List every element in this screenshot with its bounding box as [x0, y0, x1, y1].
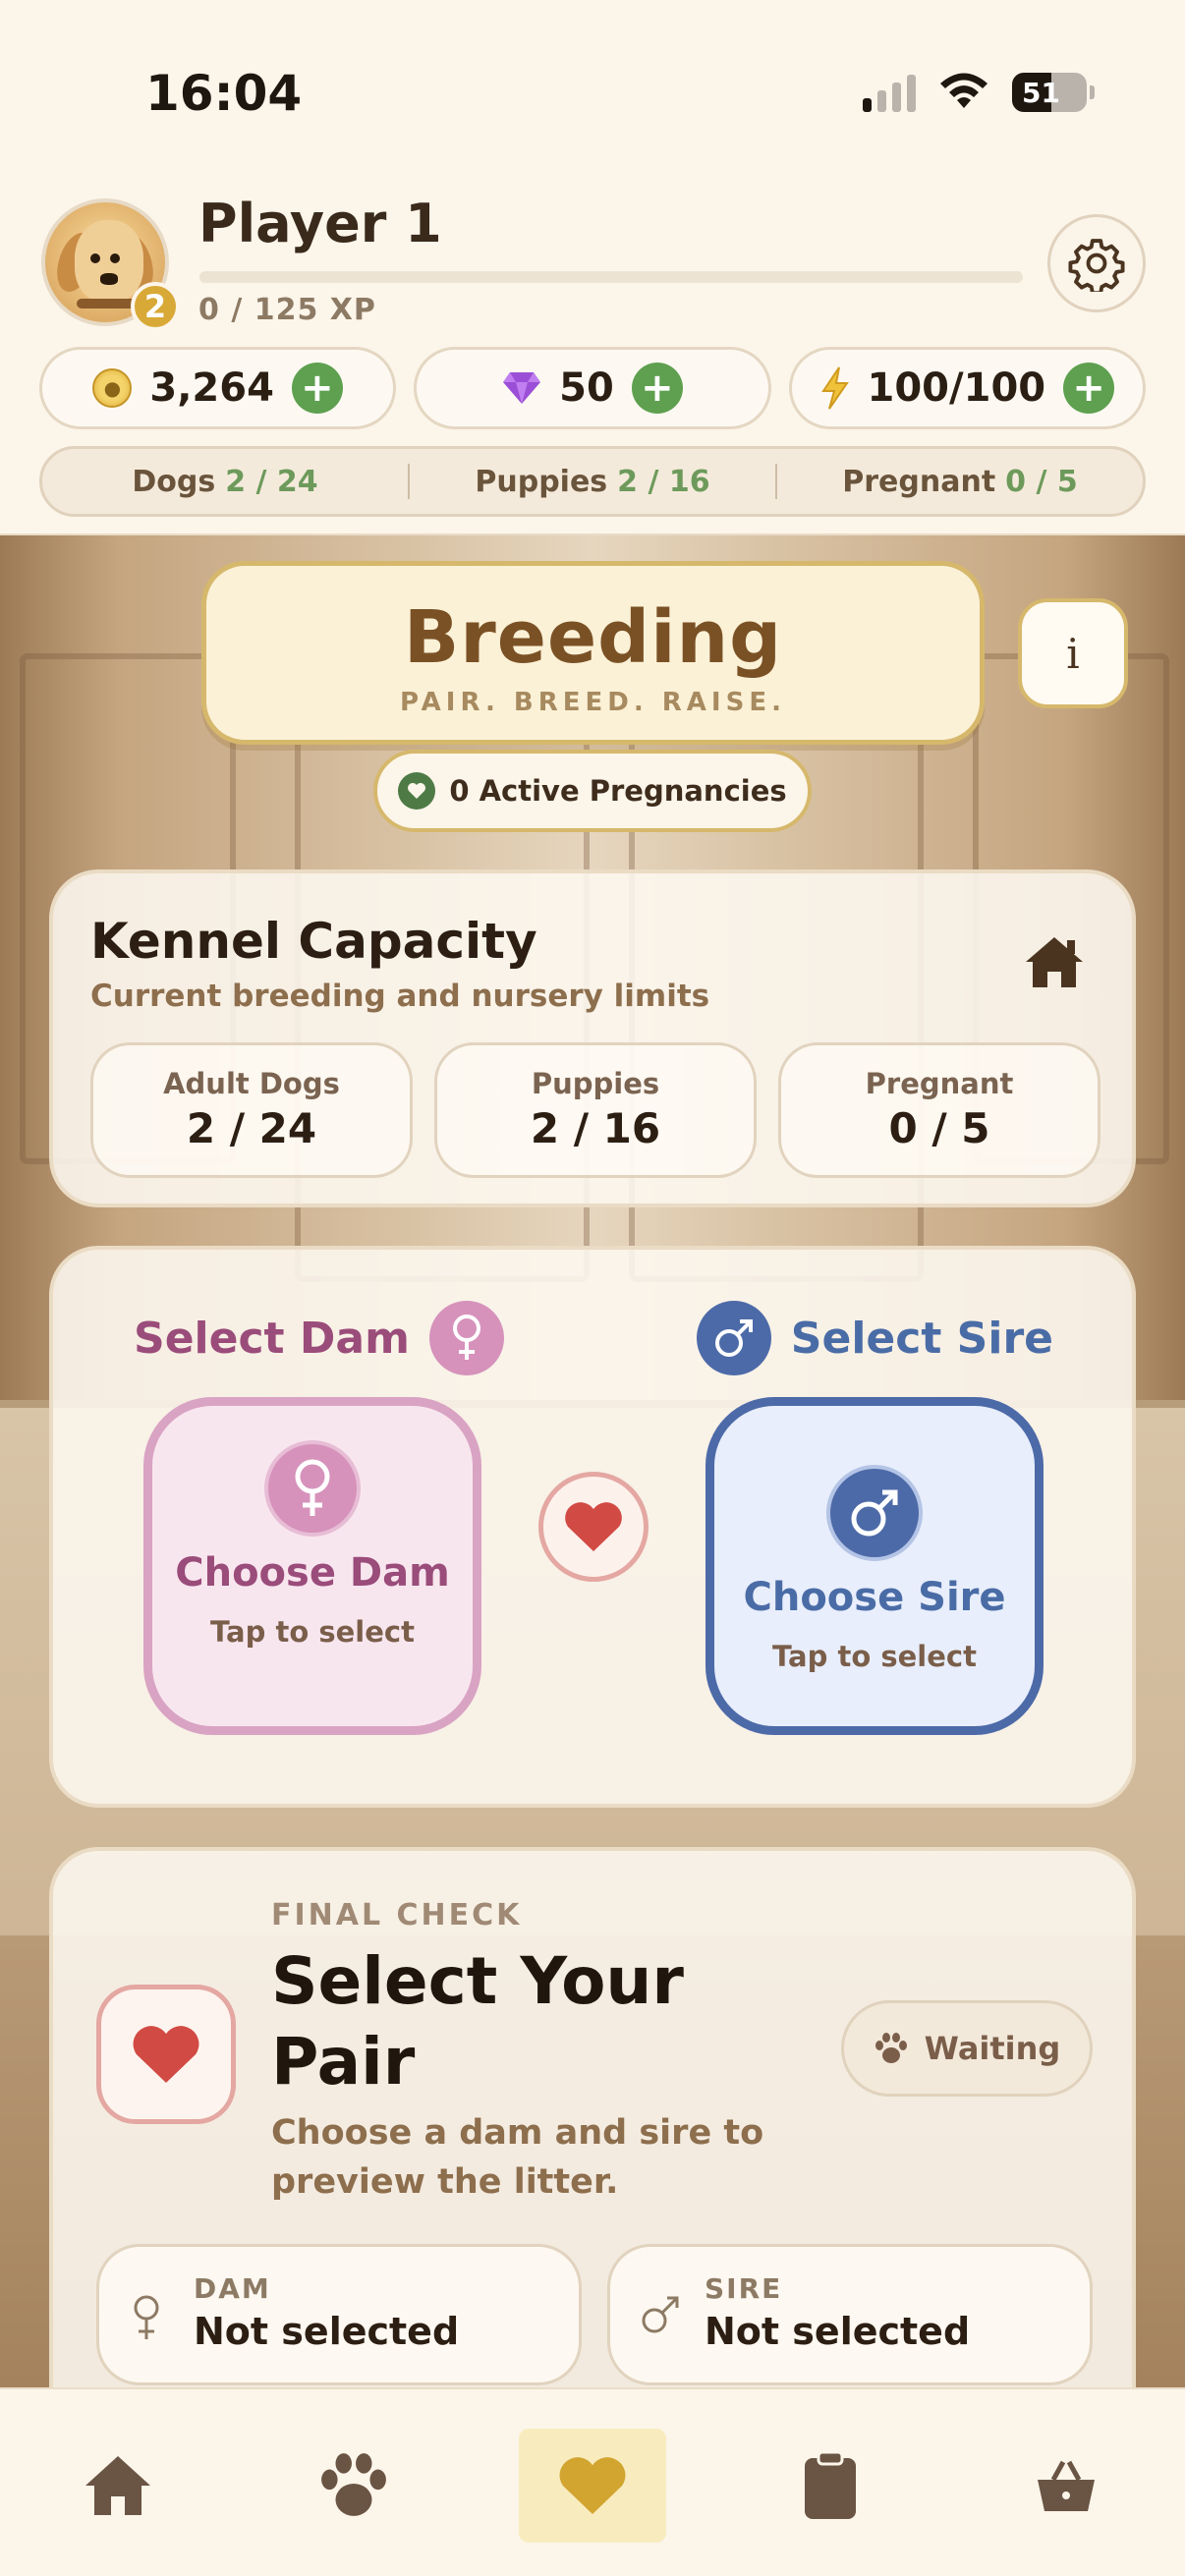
player-name: Player 1 — [198, 193, 442, 254]
nav-home[interactable] — [44, 2429, 192, 2543]
pair-heart-icon — [538, 1472, 649, 1582]
capacity-puppies: Puppies 2 / 16 — [434, 1042, 757, 1178]
stat-puppies: Puppies 2 / 16 — [410, 465, 775, 499]
selected-dam-field[interactable]: DAM Not selected — [96, 2244, 582, 2385]
home-icon — [85, 2456, 150, 2515]
stat-dogs-label: Dogs — [132, 464, 216, 499]
capacity-adult-dogs: Adult Dogs 2 / 24 — [90, 1042, 413, 1178]
currency-row: ● 3,264 + 50 + 100/100 + — [39, 347, 1146, 429]
stat-dogs: Dogs 2 / 24 — [42, 465, 408, 499]
page-title: Breeding — [403, 595, 783, 680]
stats-bar: Dogs 2 / 24 Puppies 2 / 16 Pregnant 0 / 5 — [39, 446, 1146, 517]
active-pregnancies-pill[interactable]: 0 Active Pregnancies — [373, 750, 812, 832]
choose-sire-hint: Tap to select — [772, 1640, 977, 1673]
nav-tasks[interactable] — [757, 2429, 904, 2543]
stat-dogs-value: 2 / 24 — [225, 464, 318, 499]
final-check-eyebrow: FINAL CHECK — [271, 1898, 523, 1932]
stat-pregnant-value: 0 / 5 — [1005, 464, 1078, 499]
energy-value: 100/100 — [867, 365, 1046, 411]
kennel-description: Current breeding and nursery limits — [90, 979, 710, 1014]
capacity-label: Puppies — [531, 1067, 660, 1100]
male-icon — [826, 1465, 923, 1561]
gems-value: 50 — [559, 365, 614, 411]
paw-icon — [875, 2033, 907, 2063]
stat-pregnant: Pregnant 0 / 5 — [777, 465, 1143, 499]
signal-icon — [863, 73, 916, 112]
kennel-capacity-card: Kennel Capacity Current breeding and nur… — [49, 869, 1136, 1207]
battery-level: 51 — [1022, 76, 1060, 109]
clipboard-icon — [805, 2450, 856, 2519]
choose-dam-button[interactable]: Choose Dam Tap to select — [143, 1397, 481, 1735]
male-icon — [696, 1301, 771, 1375]
stat-puppies-label: Puppies — [475, 464, 608, 499]
sire-label: SIRE — [705, 2272, 783, 2305]
kennel-title: Kennel Capacity — [90, 913, 537, 970]
pairing-card: Select Dam Select Sire Choose Dam Tap to… — [49, 1246, 1136, 1808]
info-button[interactable]: i — [1018, 598, 1128, 708]
final-check-card: FINAL CHECK Select Your Pair Choose a da… — [49, 1847, 1136, 2436]
final-check-title: Select Your Pair — [271, 1943, 684, 2100]
nav-shop[interactable] — [992, 2429, 1140, 2543]
capacity-value: 2 / 24 — [186, 1104, 317, 1152]
select-sire-header: Select Sire — [696, 1301, 1053, 1375]
waiting-status-badge: Waiting — [841, 2000, 1093, 2097]
male-icon — [642, 2296, 679, 2333]
add-gems-button[interactable]: + — [631, 363, 683, 414]
basket-icon — [1038, 2460, 1095, 2511]
stat-puppies-value: 2 / 16 — [617, 464, 710, 499]
coins-pill[interactable]: ● 3,264 + — [39, 347, 397, 429]
nav-breeding[interactable] — [519, 2429, 666, 2543]
select-sire-label: Select Sire — [790, 1313, 1053, 1364]
nav-dogs[interactable] — [280, 2429, 427, 2543]
gem-icon — [503, 372, 541, 404]
female-icon — [428, 1301, 504, 1375]
female-icon — [264, 1440, 361, 1537]
female-icon — [134, 2295, 159, 2339]
dam-label: DAM — [194, 2272, 271, 2305]
sire-value: Not selected — [705, 2310, 971, 2353]
choose-dam-title: Choose Dam — [175, 1550, 450, 1596]
level-badge: 2 — [131, 282, 180, 331]
heart-icon — [96, 1985, 236, 2124]
status-icons: 51 — [863, 73, 1095, 112]
add-energy-button[interactable]: + — [1063, 363, 1115, 414]
breeding-header: Breeding PAIR. BREED. RAISE. — [201, 561, 985, 745]
heart-icon — [559, 2457, 626, 2515]
status-time: 16:04 — [145, 65, 303, 122]
heart-badge-icon — [398, 772, 436, 810]
paw-coin-icon: ● — [92, 368, 133, 408]
selected-sire-field[interactable]: SIRE Not selected — [607, 2244, 1093, 2385]
page-subtitle: PAIR. BREED. RAISE. — [400, 688, 786, 717]
coins-value: 3,264 — [149, 365, 274, 411]
capacity-label: Pregnant — [865, 1067, 1014, 1100]
final-check-description: Choose a dam and sire to preview the lit… — [271, 2113, 764, 2202]
capacity-pregnant: Pregnant 0 / 5 — [778, 1042, 1100, 1178]
active-pregnancies-text: 0 Active Pregnancies — [449, 774, 787, 808]
capacity-value: 2 / 16 — [530, 1104, 661, 1152]
dam-value: Not selected — [194, 2310, 460, 2353]
select-dam-header: Select Dam — [134, 1301, 504, 1375]
choose-sire-button[interactable]: Choose Sire Tap to select — [705, 1397, 1044, 1735]
energy-bolt-icon — [820, 366, 849, 410]
wifi-icon — [940, 73, 988, 108]
capacity-value: 0 / 5 — [888, 1104, 990, 1152]
xp-progress-bar — [199, 271, 1023, 283]
bottom-nav — [0, 2387, 1185, 2576]
top-bar: 16:04 51 2 Player 1 0 / 125 XP ● 3,264 +… — [0, 0, 1185, 535]
energy-pill[interactable]: 100/100 + — [788, 347, 1146, 429]
add-coins-button[interactable]: + — [291, 363, 343, 414]
xp-text: 0 / 125 XP — [198, 293, 376, 327]
paw-icon — [321, 2453, 386, 2516]
capacity-label: Adult Dogs — [163, 1067, 340, 1100]
waiting-label: Waiting — [924, 2030, 1061, 2067]
gear-icon — [1068, 239, 1125, 292]
battery-icon: 51 — [1012, 73, 1095, 112]
stat-pregnant-label: Pregnant — [842, 464, 996, 499]
house-icon — [1026, 937, 1083, 987]
choose-dam-hint: Tap to select — [210, 1615, 415, 1649]
gems-pill[interactable]: 50 + — [414, 347, 771, 429]
settings-button[interactable] — [1047, 214, 1146, 312]
choose-sire-title: Choose Sire — [743, 1575, 1006, 1620]
select-dam-label: Select Dam — [134, 1313, 410, 1364]
